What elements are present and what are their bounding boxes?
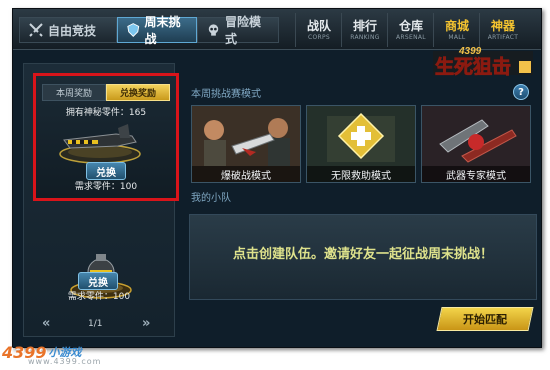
nav-subtitle: CORPS: [307, 33, 330, 41]
mode-label: 爆破战模式: [192, 166, 300, 182]
create-team-hint[interactable]: 点击创建队伍。邀请好友一起征战周末挑战！: [190, 243, 536, 262]
tab-adventure[interactable]: 冒险模式: [197, 15, 279, 46]
nav-arsenal[interactable]: 仓库 ARSENAL: [387, 13, 434, 47]
tab-weekend-challenge[interactable]: 周末挑战: [117, 15, 197, 46]
crossed-swords-icon: [29, 23, 43, 37]
tab-label: 冒险模式: [225, 15, 262, 46]
nav-title: 排行: [352, 18, 377, 33]
weapon-item-image: [59, 124, 141, 164]
team-section-title: 我的小队: [191, 193, 231, 204]
reward-subtabs: 本周奖励 兑换奖励: [42, 84, 170, 101]
owned-parts: 拥有神秘零件：165: [65, 108, 147, 118]
nav-title: 战队: [306, 18, 331, 33]
start-match-button[interactable]: 开始匹配: [436, 307, 534, 331]
svg-text:生死狙击: 生死狙击: [435, 55, 511, 77]
watermark-url: www.4399.com: [28, 357, 102, 366]
start-match-label: 开始匹配: [463, 313, 507, 326]
tab-label: 自由竞技: [48, 23, 97, 38]
nav-subtitle: ARSENAL: [396, 33, 426, 41]
tab-label: 周末挑战: [144, 15, 181, 46]
item1-requirement: 需求零件：100: [74, 182, 138, 192]
subtab-weekly-reward[interactable]: 本周奖励: [42, 84, 106, 101]
page-indicator: 1/1: [88, 319, 103, 329]
mode-card-infinite-rescue[interactable]: 无限救助模式: [306, 105, 416, 183]
nav-title: 仓库: [398, 18, 423, 33]
mode-label: 无限救助模式: [307, 166, 415, 182]
shield-icon: [127, 23, 140, 37]
exchange-button-2[interactable]: 兑换: [78, 272, 118, 290]
nav-ranking[interactable]: 排行 RANKING: [341, 13, 388, 47]
game-logo: 4399 生死狙击: [433, 46, 533, 77]
item2-requirement: 需求零件：100: [67, 292, 131, 302]
nav-subtitle: MALL: [448, 33, 466, 41]
mode-card-demolition[interactable]: 爆破战模式: [191, 105, 301, 183]
nav-title: 商城: [444, 18, 469, 33]
nav-subtitle: RANKING: [350, 33, 380, 41]
mode-label: 武器专家模式: [422, 166, 530, 182]
exchange-reward-card: 本周奖励 兑换奖励 拥有神秘零件：165 兑换 需求零件：100: [33, 73, 179, 201]
mode-card-weapon-expert[interactable]: 武器专家模式: [421, 105, 531, 183]
exchange-button-1[interactable]: 兑换: [86, 162, 126, 180]
nav-subtitle: ARTIFACT: [487, 33, 519, 41]
tab-free-battle[interactable]: 自由竞技: [19, 17, 117, 43]
nav-artifact[interactable]: 神器 ARTIFACT: [479, 13, 526, 47]
team-panel[interactable]: 点击创建队伍。邀请好友一起征战周末挑战！: [189, 214, 537, 300]
nav-mall[interactable]: 商城 MALL: [433, 13, 480, 47]
subtab-exchange-reward[interactable]: 兑换奖励: [106, 84, 170, 101]
skull-icon: [208, 24, 219, 36]
prev-page-icon[interactable]: «: [42, 316, 51, 331]
nav-corps[interactable]: 战队 CORPS: [295, 13, 342, 47]
help-icon[interactable]: ?: [513, 84, 529, 100]
modes-section-title: 本周挑战赛模式: [191, 89, 261, 100]
next-page-icon[interactable]: »: [142, 316, 151, 331]
game-window: 自由竞技 周末挑战 冒险模式 战队 CORPS 排行 RANKING 仓库 AR…: [12, 8, 542, 348]
nav-title: 神器: [490, 18, 515, 33]
